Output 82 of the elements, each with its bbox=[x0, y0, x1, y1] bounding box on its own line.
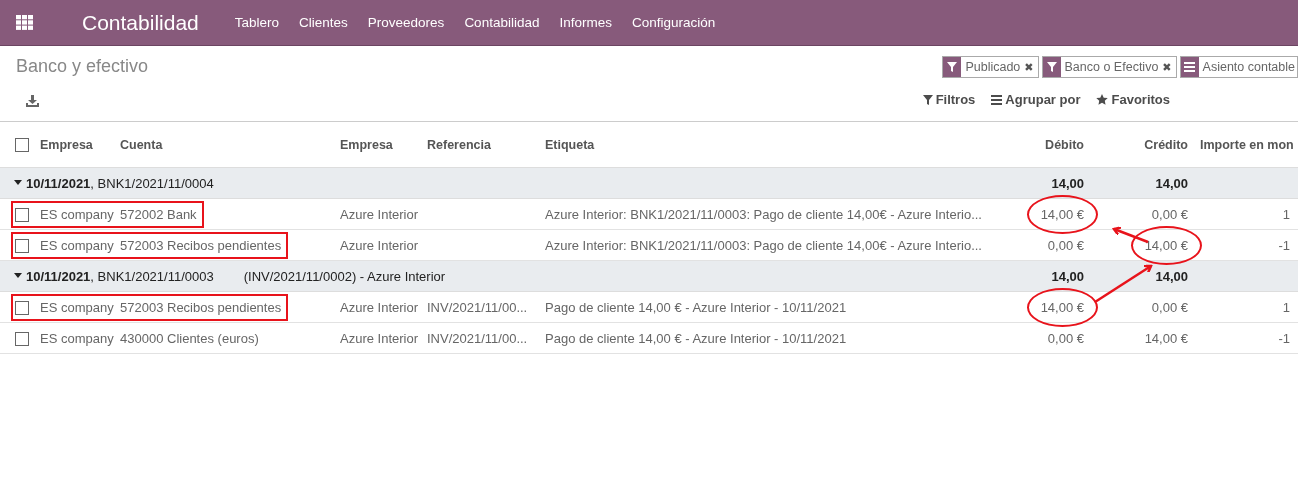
column-header[interactable]: Débito bbox=[1045, 137, 1084, 152]
download-icon[interactable] bbox=[26, 95, 39, 107]
search-option-button[interactable]: Agrupar por bbox=[991, 92, 1081, 107]
group-header[interactable]: 10/11/2021, BNK1/2021/11/0004 bbox=[0, 175, 214, 191]
table-row[interactable]: ES company 572003 Recibos pendientes Azure Interior INV/2021/11/00... Pago de cliente 14,00 € - Azure Interior - 10/11/2021 14,00 € 0,00 € 1 bbox=[0, 291, 1298, 323]
filter-icon bbox=[947, 62, 958, 72]
menu-item[interactable]: Configuración bbox=[631, 15, 716, 30]
column-header[interactable]: Importe en mon bbox=[1200, 137, 1294, 152]
remove-facet-button[interactable]: ✖ bbox=[1162, 60, 1172, 74]
filter-icon bbox=[922, 94, 933, 105]
table-cell: 0,00 € bbox=[1151, 299, 1188, 315]
table-cell: Azure Interior bbox=[340, 330, 419, 346]
table-cell: 14,00 € bbox=[1144, 237, 1188, 253]
table-cell: 572002 Bank bbox=[120, 206, 197, 222]
facet-label: Publicado bbox=[965, 60, 1021, 74]
caret-down-icon bbox=[14, 273, 22, 279]
column-header[interactable]: Crédito bbox=[1144, 137, 1188, 152]
breadcrumb: Banco y efectivo bbox=[16, 56, 149, 76]
table-cell: Pago de cliente 14,00 € - Azure Interior - 10/11/2021 bbox=[545, 330, 847, 346]
table-cell: -1 bbox=[1278, 330, 1290, 346]
select-all-checkbox[interactable] bbox=[15, 137, 29, 152]
search-option-button[interactable]: Favoritos bbox=[1096, 92, 1170, 107]
filter-facet[interactable]: Publicado ✖ bbox=[942, 56, 1039, 78]
menu-icon bbox=[1184, 62, 1196, 72]
facet-label: Asiento contable bbox=[1202, 60, 1295, 74]
table-cell: Azure Interior bbox=[340, 299, 419, 315]
search-option-button[interactable]: Filtros bbox=[922, 92, 976, 107]
table-cell: 14,00 € bbox=[1040, 299, 1084, 315]
group-total: 14,00 bbox=[1051, 175, 1084, 191]
filter-facet[interactable]: Banco o Efectivo ✖ bbox=[1041, 56, 1177, 78]
table-cell: Azure Interior bbox=[340, 206, 419, 222]
remove-facet-button[interactable]: ✖ bbox=[1024, 60, 1034, 74]
table-cell: 1 bbox=[1282, 206, 1290, 222]
group-total: 14,00 bbox=[1155, 268, 1188, 284]
table-cell: 0,00 € bbox=[1047, 330, 1084, 346]
menu-item[interactable]: Informes bbox=[559, 15, 612, 30]
column-header[interactable]: Empresa bbox=[340, 137, 393, 152]
group-header[interactable]: 10/11/2021, BNK1/2021/11/0003 (INV/2021/11/0002) - Azure Interior bbox=[0, 268, 446, 284]
star-icon bbox=[1096, 94, 1109, 105]
menu-item[interactable]: Proveedores bbox=[367, 15, 445, 30]
row-checkbox[interactable] bbox=[15, 331, 29, 346]
row-checkbox[interactable] bbox=[15, 238, 29, 253]
table-cell: INV/2021/11/00... bbox=[427, 330, 528, 346]
column-header[interactable]: Empresa bbox=[40, 137, 93, 152]
group-total: 14,00 bbox=[1155, 175, 1188, 191]
table-cell: ES company bbox=[40, 206, 114, 222]
facet-label: Banco o Efectivo bbox=[1064, 60, 1159, 74]
table-cell: 1 bbox=[1282, 299, 1290, 315]
filter-icon bbox=[1046, 62, 1057, 72]
table-row[interactable]: ES company 430000 Clientes (euros) Azure Interior INV/2021/11/00... Pago de cliente 14,00 € - Azure Interior - 10/11/2021 0,00 € 14,00 € -1 bbox=[0, 322, 1298, 354]
table-cell: ES company bbox=[40, 330, 114, 346]
caret-down-icon bbox=[14, 180, 22, 186]
column-header[interactable]: Cuenta bbox=[120, 137, 163, 152]
table-cell: 572003 Recibos pendientes bbox=[120, 299, 282, 315]
menu-item[interactable]: Contabilidad bbox=[464, 15, 540, 30]
table-cell: 430000 Clientes (euros) bbox=[120, 330, 259, 346]
row-checkbox[interactable] bbox=[15, 207, 29, 222]
table-cell: ES company bbox=[40, 237, 114, 253]
group-total: 14,00 bbox=[1051, 268, 1084, 284]
apps-grid-icon[interactable] bbox=[16, 15, 33, 30]
menu-item[interactable]: Clientes bbox=[299, 15, 348, 30]
table-cell: -1 bbox=[1278, 237, 1290, 253]
table-cell: Azure Interior: BNK1/2021/11/0003: Pago de cliente 14,00€ - Azure Interio... bbox=[545, 237, 982, 253]
column-header[interactable]: Referencia bbox=[427, 137, 491, 152]
table-cell: ES company bbox=[40, 299, 114, 315]
menu-item[interactable]: Tablero bbox=[234, 15, 280, 30]
table-cell: 0,00 € bbox=[1151, 206, 1188, 222]
row-checkbox[interactable] bbox=[15, 300, 29, 315]
table-cell: 14,00 € bbox=[1040, 206, 1084, 222]
table-cell: Azure Interior: BNK1/2021/11/0003: Pago de cliente 14,00€ - Azure Interio... bbox=[545, 206, 982, 222]
arrow-annotation bbox=[1094, 264, 1153, 304]
app-title: Contabilidad bbox=[82, 10, 199, 35]
table-cell: 14,00 € bbox=[1144, 330, 1188, 346]
filter-facet[interactable]: Asiento contable bbox=[1179, 56, 1298, 78]
table-cell: Azure Interior bbox=[340, 237, 419, 253]
table-cell: Pago de cliente 14,00 € - Azure Interior - 10/11/2021 bbox=[545, 299, 847, 315]
table-cell: INV/2021/11/00... bbox=[427, 299, 528, 315]
column-header[interactable]: Etiqueta bbox=[545, 137, 595, 152]
table-cell: 572003 Recibos pendientes bbox=[120, 237, 282, 253]
menu-icon bbox=[991, 94, 1003, 105]
table-cell: 0,00 € bbox=[1047, 237, 1084, 253]
table-row[interactable]: ES company 572002 Bank Azure Interior Azure Interior: BNK1/2021/11/0003: Pago de cliente 14,00€ - Azure Interio... 14,00 € 0,00 € 1 bbox=[0, 198, 1298, 230]
